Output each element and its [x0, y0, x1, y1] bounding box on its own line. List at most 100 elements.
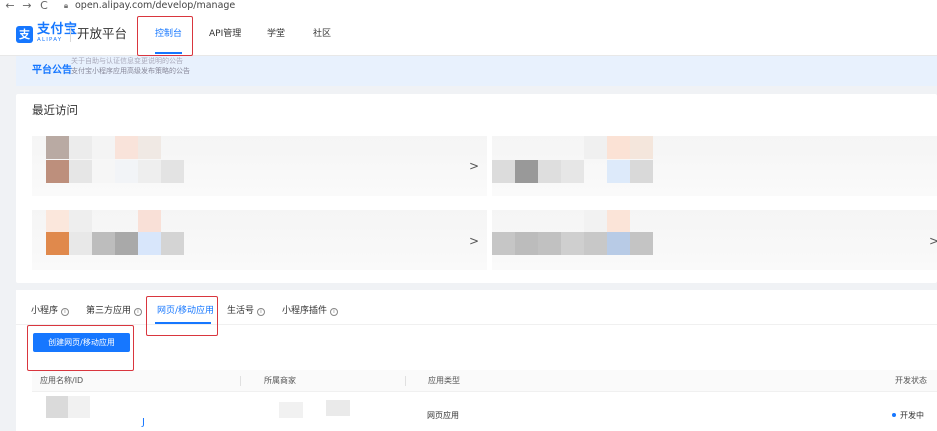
nav-community[interactable]: 社区 [313, 28, 331, 40]
info-icon[interactable]: i [61, 308, 70, 316]
blur-block [138, 210, 161, 233]
platform-notice: 平台公告 关于自助与认证信息变更说明的公告 支付宝小程序应用高级发布策略的公告 [16, 56, 937, 86]
column-header[interactable]: 所属商家 [264, 376, 296, 386]
blurred-merchant [279, 402, 303, 418]
blur-block [115, 136, 138, 159]
blurred-app-icon [492, 160, 515, 183]
top-header: 支 支付宝 ALIPAY 开放平台 控制台 API管理 学堂 社区 [0, 12, 937, 56]
address-text[interactable]: open.alipay.com/develop/manage [75, 1, 235, 11]
tab-life-account[interactable]: 生活号 i [227, 305, 266, 317]
recent-visits-card: 最近访问 > > > [16, 94, 937, 283]
info-icon[interactable]: i [134, 308, 143, 316]
logo-subtext: ALIPAY [37, 37, 63, 43]
notice-item[interactable]: 关于自助与认证信息变更说明的公告 [71, 57, 251, 65]
column-divider [405, 376, 406, 386]
blurred-app-icon [46, 210, 69, 233]
blur-block [92, 160, 115, 183]
tab-plugin[interactable]: 小程序插件 i [282, 305, 339, 317]
tab-web-mobile[interactable]: 网页/移动应用 [157, 305, 214, 317]
blur-block [69, 160, 92, 183]
blurred-merchant [326, 400, 350, 416]
tab-third-party[interactable]: 第三方应用 i [86, 305, 143, 317]
blur-block [92, 136, 115, 159]
nav-console[interactable]: 控制台 [155, 28, 182, 40]
blur-block [68, 396, 90, 418]
column-header[interactable]: 应用类型 [428, 376, 460, 386]
blur-block [161, 160, 184, 183]
blur-block [138, 160, 161, 183]
status-badge: 开发中 [892, 411, 924, 421]
column-divider [240, 376, 241, 386]
tab-label: 小程序 [31, 306, 59, 316]
blur-block [584, 232, 607, 255]
app-id-text[interactable]: J [142, 418, 145, 428]
tab-label: 生活号 [227, 306, 255, 316]
info-icon[interactable]: i [257, 308, 266, 316]
back-icon[interactable]: ← [3, 0, 17, 11]
blur-block [46, 160, 69, 183]
notice-label: 平台公告 [32, 65, 72, 76]
blur-block [161, 232, 184, 255]
nav-active-underline [155, 52, 182, 54]
column-header[interactable]: 应用名称/ID [40, 376, 83, 386]
blur-block [584, 210, 607, 233]
alipay-logo-icon[interactable]: 支 [16, 26, 33, 43]
create-app-button[interactable]: 创建网页/移动应用 [33, 333, 130, 352]
blur-block [115, 232, 138, 255]
chevron-right-icon[interactable]: > [469, 159, 479, 173]
blur-block [607, 232, 630, 255]
blurred-app-icon [492, 232, 515, 255]
tab-label: 网页/移动应用 [157, 306, 215, 316]
blur-block [630, 232, 653, 255]
blurred-app-icon [46, 136, 69, 159]
browser-url-bar: ← → C 🔒︎ open.alipay.com/develop/manage [0, 0, 937, 12]
platform-title[interactable]: 开放平台 [77, 25, 127, 43]
blur-block [515, 160, 538, 183]
app-type: 网页应用 [427, 411, 459, 420]
blur-block [92, 232, 115, 255]
nav-api[interactable]: API管理 [209, 28, 241, 40]
recent-app-tile[interactable] [32, 136, 487, 196]
blur-block [69, 210, 92, 233]
logo-text[interactable]: 支付宝 [37, 23, 78, 37]
blur-block [46, 232, 69, 255]
recent-visits-title: 最近访问 [32, 103, 78, 117]
tabs-divider [16, 324, 937, 325]
blur-block [630, 160, 653, 183]
recent-app-tile[interactable] [492, 136, 937, 196]
reload-icon[interactable]: C [37, 0, 51, 11]
blur-block [607, 136, 630, 159]
nav-academy[interactable]: 学堂 [267, 28, 285, 40]
status-text: 开发中 [900, 411, 924, 420]
blur-block [538, 232, 561, 255]
chevron-right-icon[interactable]: > [929, 234, 937, 248]
chevron-right-icon[interactable]: > [469, 234, 479, 248]
logo-divider [70, 27, 71, 42]
blur-block [584, 136, 607, 159]
lock-icon: 🔒︎ [63, 1, 69, 10]
blur-block [607, 160, 630, 183]
blur-block [561, 160, 584, 183]
notice-item[interactable]: 支付宝小程序应用高级发布策略的公告 [71, 67, 251, 75]
tab-label: 第三方应用 [86, 306, 132, 316]
recent-app-tile[interactable] [492, 210, 937, 270]
forward-icon[interactable]: → [20, 0, 34, 11]
status-dot-icon [892, 413, 896, 417]
tab-mini-program[interactable]: 小程序 i [31, 305, 70, 317]
column-header[interactable]: 开发状态 [895, 376, 927, 386]
tab-label: 小程序插件 [282, 306, 328, 316]
blur-block [69, 232, 92, 255]
blur-block [138, 232, 161, 255]
recent-app-tile[interactable] [32, 210, 487, 270]
info-icon[interactable]: i [330, 308, 339, 316]
table-header: 应用名称/ID 所属商家 应用类型 开发状态 [32, 370, 937, 392]
blur-block [538, 160, 561, 183]
blur-block [115, 160, 138, 183]
blur-block [69, 136, 92, 159]
blur-block [630, 136, 653, 159]
blur-block [561, 232, 584, 255]
blur-block [138, 136, 161, 159]
blurred-app-icon [46, 396, 68, 418]
app-list-card: 小程序 i 第三方应用 i 网页/移动应用 生活号 i 小程序插件 i 创建网页/移动应… [16, 290, 937, 431]
blur-block [607, 210, 630, 233]
